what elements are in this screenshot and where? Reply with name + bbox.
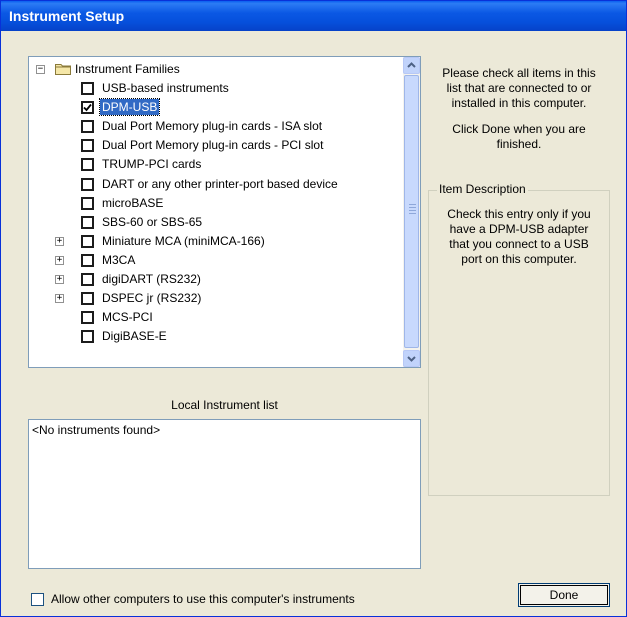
tree-item-row[interactable]: DPM-USB (29, 98, 399, 117)
tree-item-row[interactable]: + M3CA (29, 251, 399, 270)
tree-item-row[interactable]: TRUMP-PCI cards (29, 155, 399, 174)
tree-item-row[interactable]: + Miniature MCA (miniMCA-166) (29, 232, 399, 251)
tree-item-row[interactable]: SBS-60 or SBS-65 (29, 213, 399, 232)
tree-item-label: digiDART (RS232) (102, 272, 201, 286)
tree-item-checkbox[interactable] (81, 196, 94, 210)
instrument-families-tree[interactable]: − Instrument Families USB-based instrume… (28, 56, 421, 368)
tree-item-label: DPM-USB (98, 98, 161, 117)
minus-box-icon[interactable]: − (36, 65, 45, 74)
tree-item-checkbox[interactable] (81, 139, 94, 153)
scroll-down-button[interactable] (403, 350, 420, 367)
tree-item-row[interactable]: + DSPEC jr (RS232) (29, 289, 399, 308)
local-instrument-list[interactable]: <No instruments found> (28, 419, 421, 569)
tree-item-checkbox[interactable] (81, 101, 94, 115)
chevron-up-icon (407, 62, 416, 68)
tree-item-checkbox[interactable] (81, 330, 94, 344)
tree-item-label: microBASE (102, 195, 164, 210)
tree-item-checkbox[interactable] (81, 311, 94, 325)
tree-item-label: DigiBASE-E (102, 329, 167, 344)
done-button[interactable]: Done (518, 583, 610, 607)
scroll-up-button[interactable] (403, 57, 420, 74)
item-description-title: Item Description (437, 182, 528, 196)
tree-item-row[interactable]: microBASE (29, 194, 399, 213)
tree-item-row[interactable]: DART or any other printer-port based dev… (29, 175, 399, 194)
tree-item-checkbox[interactable] (81, 177, 94, 191)
tree-item-row[interactable]: DigiBASE-E (29, 327, 399, 346)
tree-item-checkbox[interactable] (81, 273, 94, 286)
plus-box-icon[interactable]: + (55, 236, 64, 246)
tree-item-label: DSPEC jr (RS232) (102, 291, 202, 306)
tree-item-row[interactable]: USB-based instruments (29, 79, 399, 98)
list-empty-text: <No instruments found> (32, 423, 161, 437)
tree-item-row[interactable]: + digiDART (RS232) (29, 270, 399, 289)
allow-sharing-checkbox[interactable] (31, 593, 44, 606)
tree-item-checkbox[interactable] (81, 158, 94, 172)
tree-root-row[interactable]: − Instrument Families (29, 60, 399, 79)
tree-item-label: Miniature MCA (miniMCA-166) (102, 233, 265, 248)
local-instrument-list-caption: Local Instrument list (171, 398, 278, 412)
scroll-thumb[interactable] (404, 75, 419, 348)
tree-item-checkbox[interactable] (81, 292, 94, 306)
plus-box-icon[interactable]: + (55, 255, 64, 265)
tree-item-row[interactable]: Dual Port Memory plug-in cards - PCI slo… (29, 136, 399, 155)
tree-item-row[interactable]: MCS-PCI (29, 308, 399, 327)
tree-item-label: SBS-60 or SBS-65 (102, 214, 203, 229)
tree-item-label: TRUMP-PCI cards (102, 157, 202, 172)
checkmark-icon (83, 104, 92, 112)
item-description-text: Check this entry only if you have a DPM-… (447, 207, 591, 266)
instrument-setup-window: Instrument Setup − Instrument Families U… (0, 0, 627, 617)
tree-item-label: MCS-PCI (102, 310, 153, 325)
tree-item-checkbox[interactable] (81, 234, 94, 248)
tree-root-label: Instrument Families (75, 62, 180, 76)
tree-item-label: USB-based instruments (102, 81, 229, 95)
tree-item-checkbox[interactable] (81, 253, 94, 267)
tree-item-checkbox[interactable] (81, 82, 94, 95)
tree-item-label: M3CA (102, 252, 136, 267)
tree-item-label: Dual Port Memory plug-in cards - ISA slo… (102, 119, 323, 134)
window-title: Instrument Setup (1, 1, 626, 31)
folder-icon (55, 64, 71, 75)
tree-item-label: DART or any other printer-port based dev… (102, 176, 338, 191)
tree-item-label: Dual Port Memory plug-in cards - PCI slo… (102, 138, 324, 153)
instructions-text: Please check all items in this list that… (442, 66, 596, 151)
chevron-down-icon (407, 356, 416, 362)
tree-item-row[interactable]: Dual Port Memory plug-in cards - ISA slo… (29, 117, 399, 136)
plus-box-icon[interactable]: + (55, 294, 64, 304)
tree-scrollbar[interactable] (403, 57, 420, 367)
plus-box-icon[interactable]: + (55, 275, 64, 284)
allow-sharing-label[interactable]: Allow other computers to use this comput… (51, 592, 355, 606)
tree-item-checkbox[interactable] (81, 215, 94, 229)
tree-item-checkbox[interactable] (81, 120, 94, 134)
